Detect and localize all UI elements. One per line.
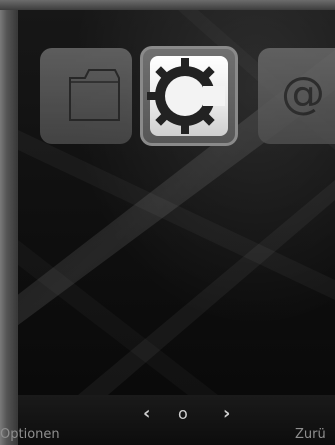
- files-app-tile[interactable]: [40, 48, 132, 144]
- nav-select-dot[interactable]: o: [178, 402, 188, 426]
- bottom-bar: [18, 395, 335, 445]
- at-sign-icon: @: [281, 68, 325, 119]
- softkey-options[interactable]: Optionen: [0, 427, 60, 442]
- home-menu-screen: @: [18, 10, 335, 395]
- folder-icon: [69, 69, 120, 121]
- nav-left-arrow[interactable]: ‹: [143, 402, 150, 426]
- mail-app-tile[interactable]: @: [258, 48, 335, 144]
- svg-text:@: @: [281, 68, 325, 119]
- settings-app-tile[interactable]: [140, 46, 238, 146]
- gear-icon: [147, 58, 225, 134]
- softkey-back[interactable]: Zurü: [295, 427, 326, 442]
- nav-right-arrow[interactable]: ›: [223, 402, 230, 426]
